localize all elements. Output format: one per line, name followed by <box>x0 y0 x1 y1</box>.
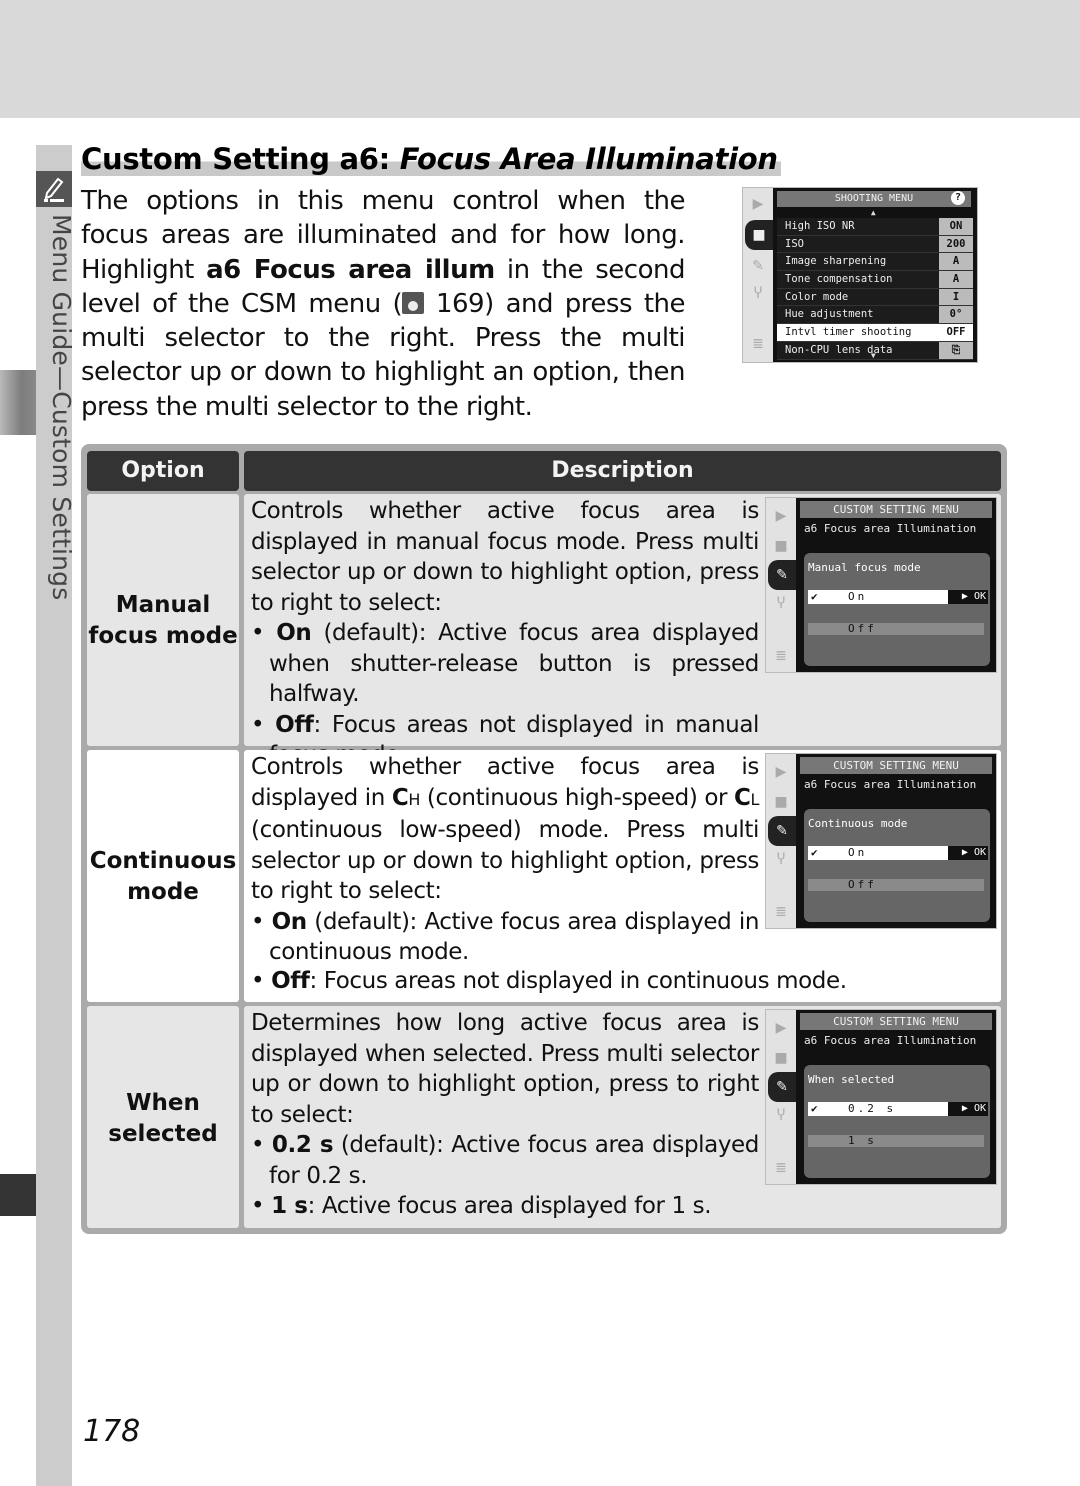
bullet-item: • On (default): Active focus area displa… <box>251 620 760 707</box>
menu-item: Color mode I <box>777 288 973 307</box>
menu-items: High ISO NR ON ISO 200 Image sharpening A T… <box>777 218 973 360</box>
playback-tab-icon: ▶ <box>775 1020 787 1036</box>
menu-item: ISO 200 <box>777 235 973 254</box>
section-label: Menu Guide—Custom Settings <box>47 214 76 601</box>
option-panel: When selected ✔ 0.2 s ▶ OK 1 s <box>804 1065 990 1178</box>
when-selected-screen: ▶ ■ ✎ Ⴤ ≣ CUSTOM SETTING MENU a6 Focus a… <box>765 1009 997 1185</box>
screen-subtitle: a6 Focus area Illumination <box>804 778 977 791</box>
screen-title: CUSTOM SETTING MENU <box>800 757 992 774</box>
bullet-item: • 1 s: Active focus area displayed for 1… <box>251 1193 712 1219</box>
option-panel: Continuous mode ✔ On ▶ OK Off <box>804 809 990 922</box>
continuous-mode-screen: ▶ ■ ✎ Ⴤ ≣ CUSTOM SETTING MENU a6 Focus a… <box>765 753 997 929</box>
option-cell: Continuous mode <box>87 750 239 1002</box>
page-title: Custom Setting a6: Focus Area Illuminati… <box>81 142 781 176</box>
panel-title: Manual focus mode <box>808 561 921 574</box>
header-description: Description <box>244 451 1001 491</box>
option-cell: When selected <box>87 1006 239 1228</box>
description-text: Controls whether active focus area is di… <box>251 752 759 968</box>
other-option: Off <box>808 623 984 635</box>
camera-tab-icon: ■ <box>774 538 788 554</box>
check-icon: ✔ <box>811 846 818 859</box>
panel-title: When selected <box>808 1073 895 1086</box>
check-icon: ✔ <box>811 1102 818 1115</box>
thumb-tab <box>0 370 36 435</box>
menu-tabs: ▶ ■ ✎ Ⴤ ≣ <box>766 498 796 672</box>
pencil-tab-icon: ✎ <box>768 560 796 590</box>
top-band <box>0 0 1080 118</box>
menu-title: SHOOTING MENU <box>777 191 971 207</box>
screen-subtitle: a6 Focus area Illumination <box>804 1034 977 1047</box>
camera-tab-icon: ■ <box>745 220 773 250</box>
ok-indicator: ▶ OK <box>948 590 988 604</box>
list-tab-icon: ≣ <box>752 336 764 352</box>
playback-tab-icon: ▶ <box>752 196 764 212</box>
shooting-menu-screen: ▶ ■ ✎ Ⴤ ≣ SHOOTING MENU ? ▲ High ISO NR O… <box>742 187 978 363</box>
menu-tabs: ▶ ■ ✎ Ⴤ ≣ <box>766 1010 796 1184</box>
menu-tabs: ▶ ■ ✎ Ⴤ ≣ <box>766 754 796 928</box>
playback-tab-icon: ▶ <box>775 764 787 780</box>
camera-tab-icon: ■ <box>774 794 788 810</box>
bullet-item: • Off: Focus areas not displayed in cont… <box>251 968 847 994</box>
playback-tab-icon: ▶ <box>775 508 787 524</box>
help-icon: ? <box>951 191 965 205</box>
intro-paragraph: The options in this menu control when th… <box>81 186 686 422</box>
option-name: When selected <box>108 1090 218 1147</box>
screen-subtitle: a6 Focus area Illumination <box>804 522 977 535</box>
pencil-tab-icon: ✎ <box>768 1072 796 1102</box>
check-icon: ✔ <box>811 590 818 603</box>
manual-focus-screen: ▶ ■ ✎ Ⴤ ≣ CUSTOM SETTING MENU a6 Focus a… <box>765 497 997 673</box>
list-tab-icon: ≣ <box>775 648 787 664</box>
scroll-up-icon: ▲ <box>870 208 876 217</box>
screen-title: CUSTOM SETTING MENU <box>800 501 992 518</box>
wrench-tab-icon: Ⴤ <box>776 596 786 612</box>
ok-indicator: ▶ OK <box>948 846 988 860</box>
page-number: 178 <box>83 1414 141 1449</box>
page-reference-icon <box>402 291 425 314</box>
wrench-tab-icon: Ⴤ <box>776 852 786 868</box>
wrench-tab-icon: Ⴤ <box>776 1108 786 1124</box>
other-option: 1 s <box>808 1135 984 1147</box>
ok-indicator: ▶ OK <box>948 1102 988 1116</box>
menu-tabs: ▶ ■ ✎ Ⴤ ≣ <box>743 188 773 362</box>
bullet-item: • 0.2 s (default): Active focus area dis… <box>251 1132 759 1189</box>
list-tab-icon: ≣ <box>775 904 787 920</box>
menu-screen: CUSTOM SETTING MENU a6 Focus area Illumi… <box>796 1010 996 1184</box>
pencil-icon <box>36 171 72 207</box>
description-text: Controls whether active focus area is di… <box>251 496 759 771</box>
description-text: Determines how long active focus area is… <box>251 1008 759 1222</box>
option-cell: Manual focus mode <box>87 494 239 746</box>
list-tab-icon: ≣ <box>775 1160 787 1176</box>
selected-option: ✔ On ▶ OK <box>808 590 988 604</box>
description-text: • Off: Focus areas not displayed in cont… <box>251 966 991 997</box>
screen-title: CUSTOM SETTING MENU <box>800 1013 992 1030</box>
menu-item: Image sharpening A <box>777 253 973 272</box>
option-panel: Manual focus mode ✔ On ▶ OK Off <box>804 553 990 666</box>
other-option: Off <box>808 879 984 891</box>
menu-item: Hue adjustment 0° <box>777 306 973 325</box>
header-option: Option <box>87 451 239 491</box>
wrench-tab-icon: Ⴤ <box>753 286 763 302</box>
menu-item: High ISO NR ON <box>777 218 973 236</box>
pencil-tab-icon: ✎ <box>752 258 764 274</box>
pencil-tab-icon: ✎ <box>768 816 796 846</box>
option-name: Continuous mode <box>89 848 237 905</box>
camera-tab-icon: ■ <box>774 1050 788 1066</box>
scroll-down-icon: ▼ <box>870 351 876 360</box>
option-name: Manual focus mode <box>88 592 238 649</box>
selected-option: ✔ 0.2 s ▶ OK <box>808 1102 988 1116</box>
menu-screen: SHOOTING MENU ? ▲ High ISO NR ON ISO 200 I… <box>773 188 977 362</box>
menu-screen: CUSTOM SETTING MENU a6 Focus area Illumi… <box>796 754 996 928</box>
panel-title: Continuous mode <box>808 817 908 830</box>
selected-option: ✔ On ▶ OK <box>808 846 988 860</box>
menu-item: Tone compensation A <box>777 271 973 289</box>
bullet-item: • On (default): Active focus area displa… <box>251 908 759 966</box>
menu-item-selected: Intvl timer shooting OFF <box>777 324 973 342</box>
menu-screen: CUSTOM SETTING MENU a6 Focus area Illumi… <box>796 498 996 672</box>
thumb-tab-dark <box>0 1174 36 1216</box>
